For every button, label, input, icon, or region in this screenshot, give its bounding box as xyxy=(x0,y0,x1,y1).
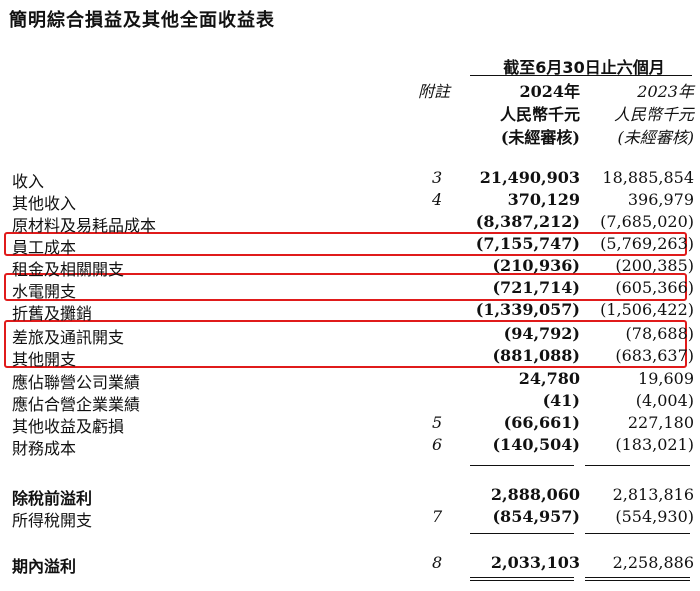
table-row: 員工成本 (7,155,747) (5,769,263) xyxy=(0,234,700,257)
table-row: 差旅及通訊開支 (94,792) (78,688) xyxy=(0,324,700,347)
row-label: 差旅及通訊開支 xyxy=(12,328,125,347)
row-label: 其他開支 xyxy=(12,350,77,369)
row-label: 折舊及攤銷 xyxy=(12,304,93,323)
table-row: 除稅前溢利 2,888,060 2,813,816 xyxy=(0,485,700,508)
row-label: 應佔合營企業業績 xyxy=(12,395,141,414)
table-row: 所得稅開支 7 (854,957) (554,930) xyxy=(0,507,700,530)
row-prior-value: 18,885,854 xyxy=(602,168,694,187)
row-current-value: (66,661) xyxy=(503,413,580,432)
table-row: 其他收入 4 370,129 396,979 xyxy=(0,190,700,213)
subtotal-rule-prior xyxy=(585,465,690,466)
table-row: 應佔聯營公司業績 24,780 19,609 xyxy=(0,369,700,392)
row-label: 所得稅開支 xyxy=(12,511,93,530)
row-prior-value: (4,004) xyxy=(635,391,694,410)
row-label: 員工成本 xyxy=(12,238,77,257)
period-underline xyxy=(470,75,692,76)
final-rule-prior-2 xyxy=(585,580,690,581)
table-row: 原材料及易耗品成本 (8,387,212) (7,685,020) xyxy=(0,212,700,235)
row-prior-value: (7,685,020) xyxy=(600,212,694,231)
row-current-value: 24,780 xyxy=(518,369,580,388)
row-current-value: (210,936) xyxy=(492,256,580,275)
row-note: 4 xyxy=(432,190,443,209)
final-rule-current-2 xyxy=(470,580,574,581)
row-label: 其他收入 xyxy=(12,194,77,213)
row-current-value: 2,033,103 xyxy=(490,553,580,572)
row-label: 租金及相關開支 xyxy=(12,260,125,279)
row-label: 期內溢利 xyxy=(12,557,77,576)
table-row: 應佔合營企業業績 (41) (4,004) xyxy=(0,391,700,414)
row-prior-value: (183,021) xyxy=(615,435,694,454)
row-prior-value: 396,979 xyxy=(627,190,694,209)
row-note: 7 xyxy=(432,507,443,526)
row-current-value: (854,957) xyxy=(492,507,580,526)
statement-title: 簡明綜合損益及其他全面收益表 xyxy=(9,10,275,31)
table-row: 財務成本 6 (140,504) (183,021) xyxy=(0,435,700,458)
row-current-value: (140,504) xyxy=(492,435,580,454)
row-prior-value: (683,637) xyxy=(615,346,694,365)
row-label: 水電開支 xyxy=(12,282,77,301)
row-current-value: (721,714) xyxy=(492,278,580,297)
row-current-value: (8,387,212) xyxy=(475,212,580,231)
row-current-value: (7,155,747) xyxy=(475,234,580,253)
table-row: 收入 3 21,490,903 18,885,854 xyxy=(0,168,700,191)
current-audit-header: (未經審核) xyxy=(500,128,580,147)
row-note: 6 xyxy=(432,435,443,454)
row-prior-value: 2,813,816 xyxy=(612,485,694,504)
table-row: 水電開支 (721,714) (605,366) xyxy=(0,278,700,301)
row-label: 其他收益及虧損 xyxy=(12,417,125,436)
table-row: 其他開支 (881,088) (683,637) xyxy=(0,346,700,369)
row-label: 收入 xyxy=(12,172,45,191)
row-current-value: (1,339,057) xyxy=(475,300,580,319)
row-label: 應佔聯營公司業績 xyxy=(12,373,141,392)
table-row: 租金及相關開支 (210,936) (200,385) xyxy=(0,256,700,279)
row-prior-value: (200,385) xyxy=(615,256,694,275)
row-prior-value: (78,688) xyxy=(625,324,694,343)
row-current-value: (41) xyxy=(542,391,580,410)
row-current-value: 21,490,903 xyxy=(479,168,580,187)
row-note: 3 xyxy=(432,168,443,187)
row-current-value: 370,129 xyxy=(507,190,580,209)
row-prior-value: (554,930) xyxy=(615,507,694,526)
prior-year-header: 2023年 xyxy=(637,82,694,101)
final-rule-prior-1 xyxy=(585,577,690,578)
row-prior-value: 227,180 xyxy=(627,413,694,432)
row-note: 8 xyxy=(432,553,443,572)
row-prior-value: (1,506,422) xyxy=(600,300,694,319)
final-rule-current-1 xyxy=(470,577,574,578)
row-note: 5 xyxy=(432,413,443,432)
row-prior-value: (5,769,263) xyxy=(600,234,694,253)
current-year-header: 2024年 xyxy=(519,82,580,101)
table-row: 其他收益及虧損 5 (66,661) 227,180 xyxy=(0,413,700,436)
row-prior-value: (605,366) xyxy=(615,278,694,297)
note-column-header: 附註 xyxy=(418,82,451,101)
row-prior-value: 2,258,886 xyxy=(612,553,694,572)
row-prior-value: 19,609 xyxy=(638,369,694,388)
current-unit-header: 人民幣千元 xyxy=(499,105,580,124)
row-current-value: (881,088) xyxy=(492,346,580,365)
row-label: 財務成本 xyxy=(12,439,77,458)
row-current-value: (94,792) xyxy=(503,324,580,343)
prior-audit-header: (未經審核) xyxy=(617,128,695,147)
prior-unit-header: 人民幣千元 xyxy=(613,105,694,124)
total-rule-prior xyxy=(585,533,690,534)
row-label: 除稅前溢利 xyxy=(12,489,93,508)
row-label: 原材料及易耗品成本 xyxy=(12,216,157,235)
total-rule-current xyxy=(470,533,574,534)
row-current-value: 2,888,060 xyxy=(490,485,580,504)
table-row: 期內溢利 8 2,033,103 2,258,886 xyxy=(0,553,700,576)
subtotal-rule-current xyxy=(470,465,574,466)
table-row: 折舊及攤銷 (1,339,057) (1,506,422) xyxy=(0,300,700,323)
